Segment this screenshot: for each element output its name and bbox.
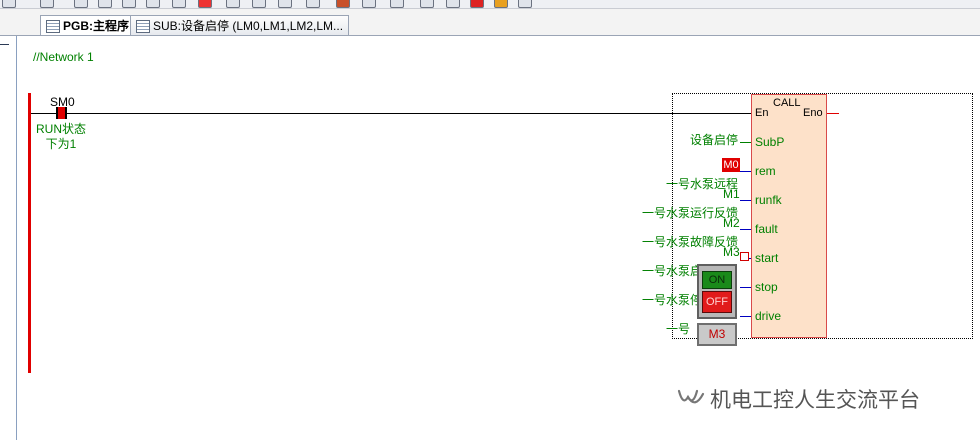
- toolbar-button-icon[interactable]: [40, 0, 54, 8]
- toolbar-button-icon[interactable]: [226, 0, 240, 8]
- pin-stop: stop: [755, 280, 778, 294]
- tab-divider: [0, 35, 980, 36]
- toolbar-button-icon[interactable]: [470, 0, 484, 8]
- toolbar-button-icon[interactable]: [306, 0, 320, 8]
- program-block-icon: [46, 20, 60, 33]
- toolbar-button-icon[interactable]: [446, 0, 460, 8]
- wechat-channel-icon: [677, 389, 705, 404]
- operand-drive-comment: 一号: [666, 322, 691, 336]
- toolbar-button-icon[interactable]: [278, 0, 292, 8]
- pin-wire: [740, 200, 751, 201]
- toolbar-button-icon[interactable]: [336, 0, 350, 8]
- pin-drive: drive: [755, 309, 782, 323]
- operand-fault-address[interactable]: M2: [723, 216, 740, 230]
- operand-runfk-address[interactable]: M1: [723, 187, 740, 201]
- contact-comment-line: 下为1: [45, 137, 77, 151]
- rung-wire: [31, 113, 752, 114]
- toolbar-button-icon[interactable]: [98, 0, 112, 8]
- contact-comment-line: RUN状态: [36, 122, 86, 136]
- toolbar-button-icon[interactable]: [390, 0, 404, 8]
- tab-label: SUB:设备启停 (LM0,LM1,LM2,LM...: [153, 19, 344, 33]
- toolbar-button-icon[interactable]: [122, 0, 136, 8]
- normally-open-contact[interactable]: [56, 107, 67, 119]
- tab-main-program[interactable]: PGB:主程序: [40, 15, 136, 36]
- pin-en: En: [755, 107, 769, 119]
- operand-subp[interactable]: 设备启停: [690, 131, 738, 148]
- pin-start: start: [755, 251, 779, 265]
- eno-wire: [827, 113, 839, 114]
- program-block-icon: [136, 20, 150, 33]
- operand-stop-comment: 一号水泵停: [642, 293, 703, 307]
- toolbar-button-icon[interactable]: [252, 0, 266, 8]
- toolbar-button-icon[interactable]: [420, 0, 434, 8]
- pin-wire: [740, 142, 751, 143]
- pin-wire: [740, 171, 751, 172]
- tab-bar: PGB:主程序 SUB:设备启停 (LM0,LM1,LM2,LM...: [0, 9, 980, 36]
- left-pane-marker: [0, 44, 9, 45]
- network-label: //Network 1: [33, 50, 94, 64]
- pin-rem: rem: [755, 164, 776, 178]
- toolbar: [0, 0, 980, 9]
- toolbar-button-icon[interactable]: [362, 0, 376, 8]
- switch-address-indicator[interactable]: M3: [697, 323, 737, 346]
- pin-wire: [740, 316, 751, 317]
- off-button[interactable]: OFF: [702, 291, 732, 313]
- toolbar-button-icon[interactable]: [74, 0, 88, 8]
- toolbar-button-icon[interactable]: [2, 0, 16, 8]
- toolbar-button-icon[interactable]: [518, 0, 532, 8]
- pin-eno: Eno: [803, 107, 823, 119]
- watermark-text: 机电工控人生交流平台: [710, 388, 920, 412]
- contact-comment: RUN状态 下为1: [30, 122, 92, 152]
- left-pane-edge[interactable]: [0, 36, 17, 440]
- toolbar-button-icon[interactable]: [172, 0, 186, 8]
- on-button[interactable]: ON: [702, 271, 732, 289]
- pin-subp: SubP: [755, 135, 785, 149]
- pin-wire: [740, 287, 751, 288]
- operand-rem-address[interactable]: M0: [722, 158, 740, 172]
- pin-fault: fault: [755, 222, 778, 236]
- toolbar-button-icon[interactable]: [494, 0, 508, 8]
- pin-wire: [740, 229, 751, 230]
- call-block-title: CALL: [773, 97, 801, 109]
- toolbar-button-icon[interactable]: [198, 0, 212, 8]
- tab-label: PGB:主程序: [63, 19, 130, 33]
- operand-start-comment: 一号水泵启: [642, 264, 703, 278]
- pin-runfk: runfk: [755, 193, 782, 207]
- tab-subroutine[interactable]: SUB:设备启停 (LM0,LM1,LM2,LM...: [130, 15, 350, 35]
- operand-start-address[interactable]: M3: [723, 245, 740, 259]
- toolbar-button-icon[interactable]: [146, 0, 160, 8]
- call-block[interactable]: [751, 94, 827, 338]
- start-input-marker: [740, 252, 749, 261]
